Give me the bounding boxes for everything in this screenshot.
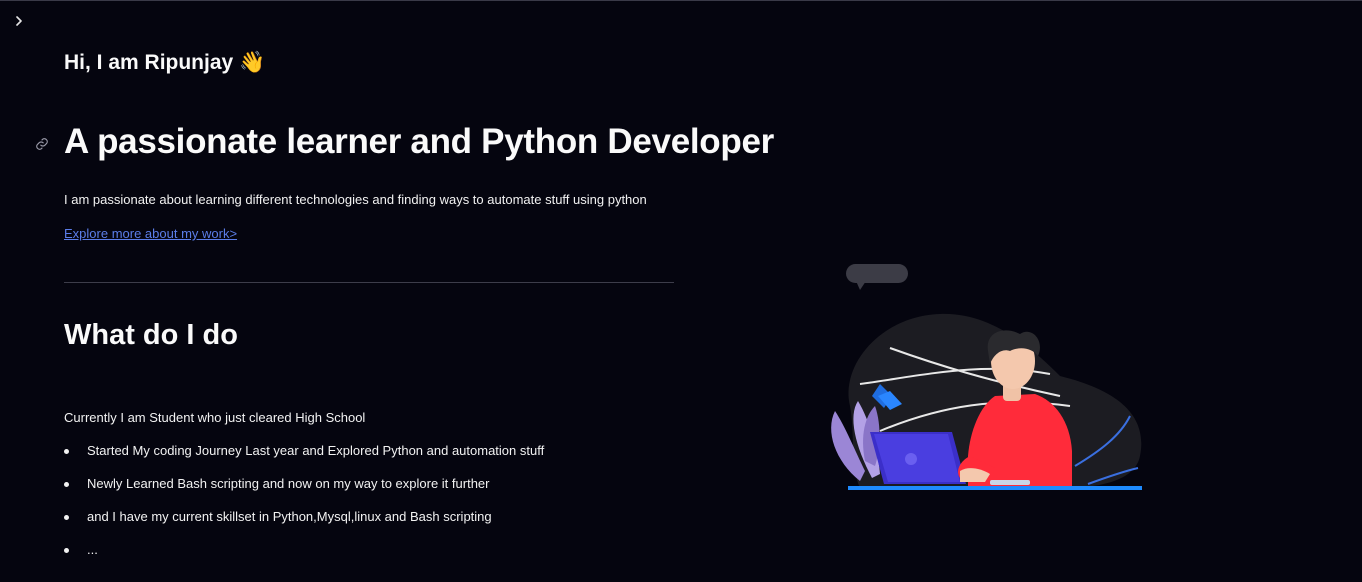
link-icon — [36, 138, 48, 150]
section-divider — [64, 282, 674, 283]
intro-text: I am passionate about learning different… — [64, 192, 647, 207]
skills-list: Started My coding Journey Last year and … — [64, 443, 544, 575]
sidebar-toggle-button[interactable] — [12, 13, 26, 29]
section-title: What do I do — [64, 319, 238, 351]
explore-work-link[interactable]: Explore more about my work> — [64, 226, 237, 241]
chevron-right-icon — [16, 16, 22, 26]
status-text: Currently I am Student who just cleared … — [64, 410, 366, 425]
greeting-heading: Hi, I am Ripunjay 👋 — [64, 51, 266, 74]
list-item: and I have my current skillset in Python… — [64, 509, 544, 542]
list-item: Started My coding Journey Last year and … — [64, 443, 544, 476]
page-title: A passionate learner and Python Develope… — [64, 122, 774, 161]
heading-anchor-link[interactable] — [31, 133, 53, 155]
developer-at-laptop-illustration — [831, 264, 1142, 490]
list-item: Newly Learned Bash scripting and now on … — [64, 476, 544, 509]
list-item: ... — [64, 542, 544, 575]
